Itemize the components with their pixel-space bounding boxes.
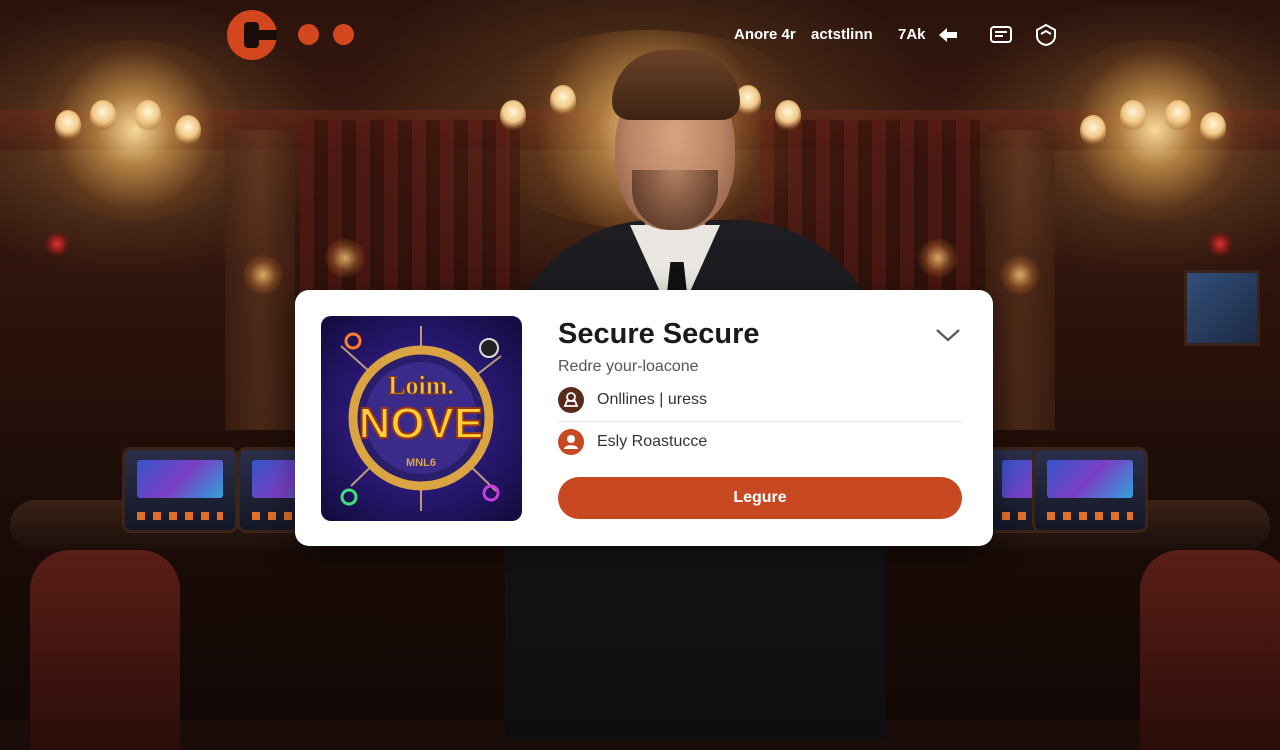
- wall-lamp: [918, 238, 958, 278]
- password-field[interactable]: Esly Roastucce: [558, 423, 962, 463]
- wall-screen: [1184, 270, 1260, 346]
- person-icon: [558, 429, 584, 455]
- chandelier-bulb: [1120, 100, 1146, 130]
- username-field-label: Onllines | uress: [597, 391, 707, 408]
- game-logo-image: Loim. NOVE MNL6: [321, 316, 522, 521]
- nav-link-2[interactable]: actstlinn: [811, 26, 873, 43]
- card-title: Secure Secure: [558, 318, 760, 350]
- slot-machine: [1035, 450, 1145, 530]
- brand-logo-icon[interactable]: [227, 10, 277, 60]
- chair: [1140, 550, 1280, 750]
- chandelier-bulb: [1200, 112, 1226, 142]
- chandelier-bulb: [775, 100, 801, 130]
- game-logo-text-main: NOVE: [359, 399, 484, 448]
- card-subtitle: Redre your-loacone: [558, 358, 699, 375]
- wallet-icon[interactable]: [988, 22, 1014, 48]
- top-nav: Anore 4r actstlinn 7Ak: [0, 0, 1280, 70]
- user-badge-icon: [558, 387, 584, 413]
- wall-lamp: [325, 238, 365, 278]
- nav-link-3[interactable]: 7Ak: [898, 26, 926, 43]
- username-field[interactable]: Onllines | uress: [558, 381, 962, 422]
- shield-icon[interactable]: [1033, 22, 1059, 48]
- game-logo-text-top: Loim.: [388, 371, 454, 400]
- back-arrow-icon[interactable]: [935, 22, 961, 48]
- login-card: Loim. NOVE MNL6 Secure Secure Redre your…: [295, 290, 993, 546]
- nav-dot-icon[interactable]: [333, 24, 354, 45]
- chandelier-bulb: [500, 100, 526, 130]
- chandelier-bulb: [550, 85, 576, 115]
- slot-machine: [125, 450, 235, 530]
- chandelier-bulb: [135, 100, 161, 130]
- chandelier-bulb: [90, 100, 116, 130]
- game-logo-text-bottom: MNL6: [406, 457, 436, 469]
- red-light: [45, 232, 69, 256]
- chandelier-bulb: [175, 115, 201, 145]
- wall-lamp: [1000, 255, 1040, 295]
- chair: [30, 550, 180, 750]
- password-field-label: Esly Roastucce: [597, 433, 708, 450]
- chandelier-bulb: [1165, 100, 1191, 130]
- chandelier-bulb: [55, 110, 81, 140]
- chandelier-bulb: [1080, 115, 1106, 145]
- wall-lamp: [243, 255, 283, 295]
- chevron-down-icon[interactable]: [935, 326, 961, 344]
- nav-link-1[interactable]: Anore 4r: [734, 26, 796, 43]
- login-button[interactable]: Legure: [558, 477, 962, 519]
- red-light: [1208, 232, 1232, 256]
- nav-dot-icon[interactable]: [298, 24, 319, 45]
